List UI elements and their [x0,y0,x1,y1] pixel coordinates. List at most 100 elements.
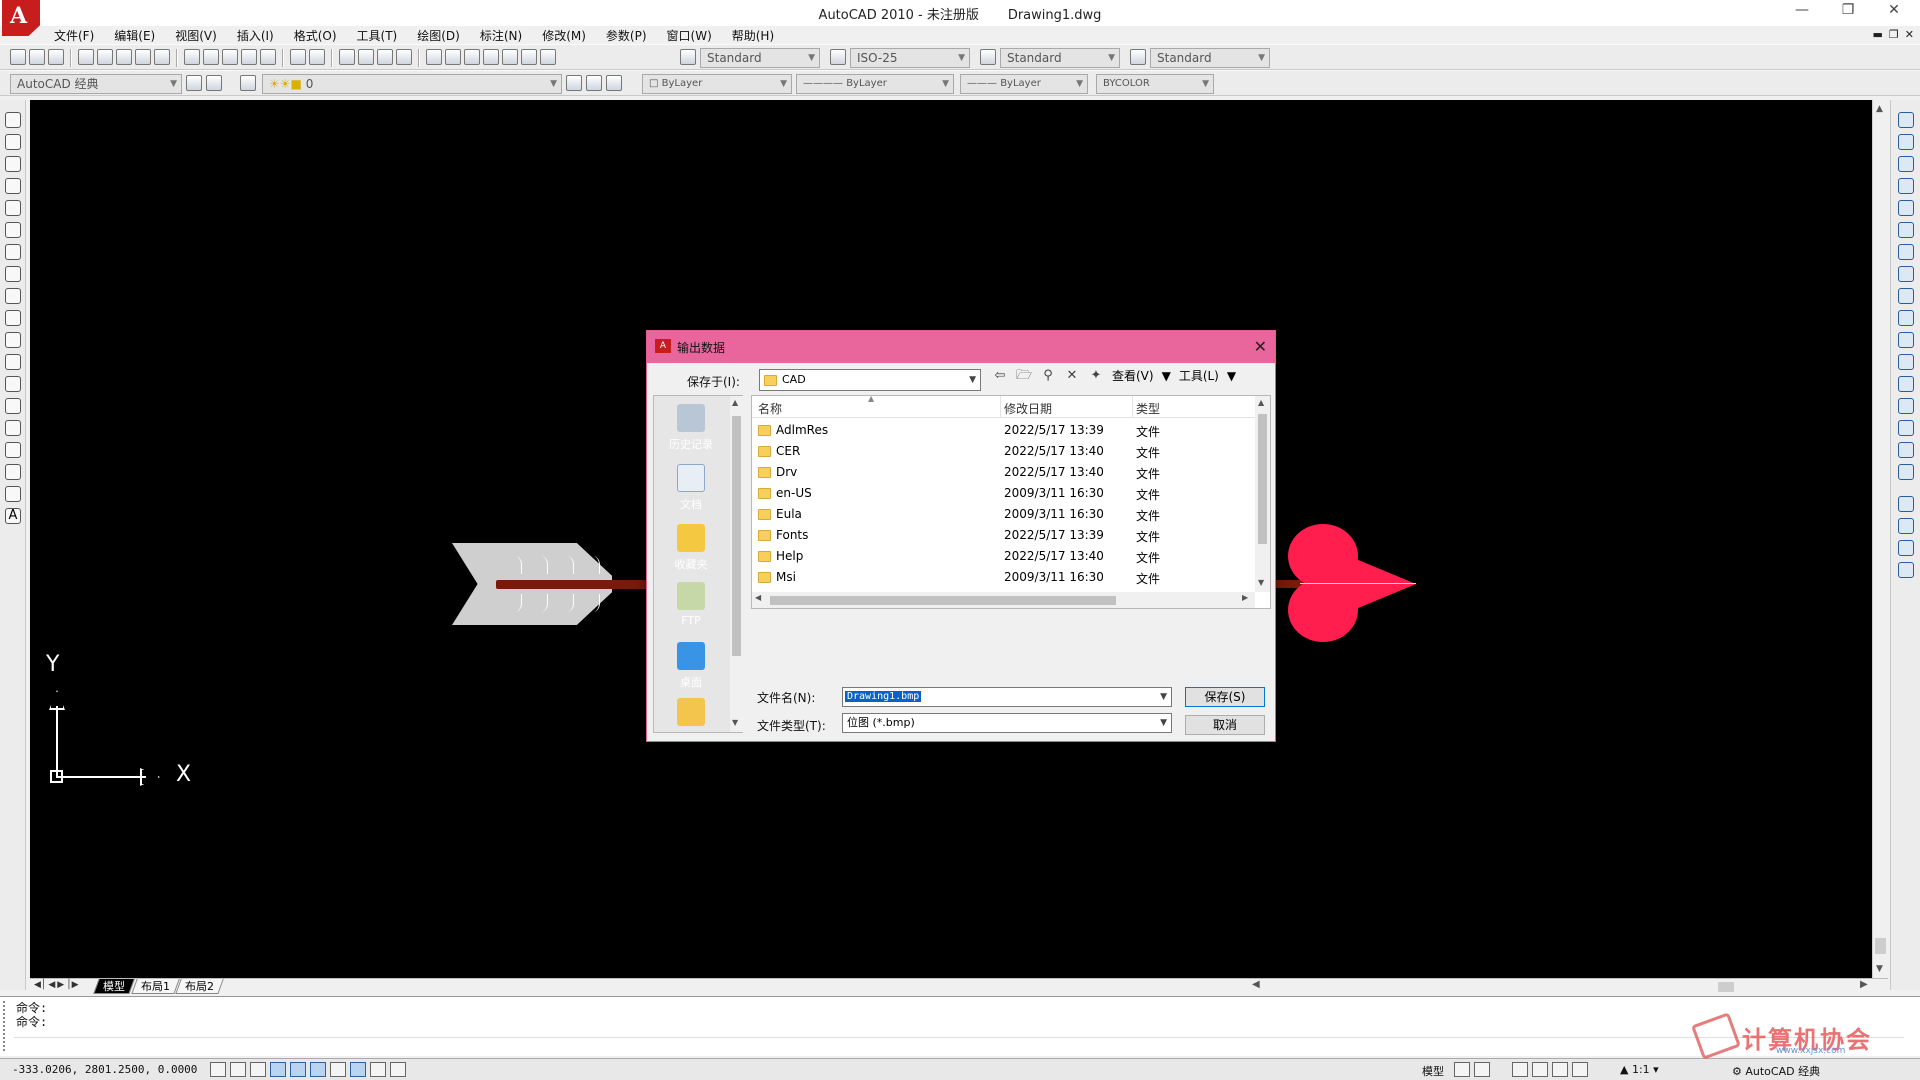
text-style-icon[interactable] [680,49,696,65]
layer-select[interactable]: ☀☀■ 0 ▼ [262,74,562,94]
filetype-select[interactable]: 位图 (*.bmp) ▼ [842,713,1172,733]
command-window-grip[interactable] [3,1001,11,1051]
etransmit-icon[interactable] [154,49,170,65]
mleader-style-icon[interactable] [1130,49,1146,65]
move-icon[interactable] [1898,222,1914,238]
fillet-icon[interactable] [1898,442,1914,458]
construction-line-icon[interactable] [5,134,21,150]
zoom-status-icon[interactable] [1532,1062,1548,1077]
menu-edit[interactable]: 编辑(E) [104,26,165,46]
menu-help[interactable]: 帮助(H) [722,26,784,46]
delete-icon[interactable]: ✕ [1064,368,1080,384]
allow-dynamic-ucs-icon[interactable] [330,1062,346,1077]
menu-insert[interactable]: 插入(I) [227,26,284,46]
spline-icon[interactable] [5,288,21,304]
design-center-icon[interactable] [445,49,461,65]
file-list-scroll-thumb[interactable] [1258,414,1267,544]
menu-parametric[interactable]: 参数(P) [596,26,657,46]
region-icon[interactable] [5,464,21,480]
column-date[interactable]: 修改日期 [1004,400,1052,417]
scroll-left-icon[interactable]: ◀ [1252,979,1260,990]
menu-file[interactable]: 文件(F) [44,26,104,46]
file-row[interactable]: Help 2022/5/17 13:40 文件 [752,546,1252,567]
coordinate-readout[interactable]: -333.0206, 2801.2500, 0.0000 [12,1063,197,1076]
save-button[interactable]: 保存(S) [1185,687,1265,707]
cancel-button[interactable]: 取消 [1185,715,1265,735]
dynamic-input-icon[interactable] [350,1062,366,1077]
scroll-thumb[interactable] [1875,938,1886,954]
menu-tools[interactable]: 工具(T) [347,26,408,46]
pan-icon[interactable] [339,49,355,65]
help-icon[interactable] [540,49,556,65]
quick-view-layouts-icon[interactable] [1454,1062,1470,1077]
menu-format[interactable]: 格式(O) [284,26,347,46]
erase-icon[interactable] [1898,112,1914,128]
revision-cloud-icon[interactable] [5,266,21,282]
file-row[interactable]: en-US 2009/3/11 16:30 文件 [752,483,1252,504]
column-type[interactable]: 类型 [1136,400,1160,417]
plot-preview-icon[interactable] [97,49,113,65]
place-desktop[interactable]: 桌面 [654,642,728,690]
table-style-icon[interactable] [980,49,996,65]
zoom-window-icon[interactable] [377,49,393,65]
showmotion-icon[interactable] [1572,1062,1588,1077]
show-lineweight-icon[interactable] [370,1062,386,1077]
restore-icon[interactable]: ❐ [1828,2,1868,22]
menu-window[interactable]: 窗口(W) [657,26,722,46]
back-icon[interactable]: ⇦ [992,368,1008,384]
customize-icon[interactable] [206,75,222,91]
polyline-icon[interactable] [5,156,21,172]
gradient-icon[interactable] [5,442,21,458]
rectangle-icon[interactable] [5,200,21,216]
doc-minimize-icon[interactable]: ▬ [1873,28,1883,41]
new-icon[interactable] [10,49,26,65]
file-list-horizontal-scrollbar[interactable]: ◀ ▶ [752,592,1255,608]
scroll-up-icon[interactable]: ▲ [1258,398,1264,407]
zoom-previous-icon[interactable] [396,49,412,65]
file-row[interactable]: Msi 2009/3/11 16:30 文件 [752,567,1252,588]
dim-style-icon[interactable] [830,49,846,65]
bring-to-front-icon[interactable] [1898,562,1914,578]
insert-block-icon[interactable] [5,354,21,370]
model-space-label[interactable]: 模型 [1422,1063,1444,1079]
extend-icon[interactable] [1898,332,1914,348]
mleader-style-select[interactable]: Standard ▼ [1150,48,1270,68]
tool-palettes-icon[interactable] [464,49,480,65]
rotate-icon[interactable] [1898,244,1914,260]
draw-order-icon[interactable] [1898,496,1914,512]
mirror-icon[interactable] [1898,156,1914,172]
places-scrollbar[interactable]: ▲ ▼ [730,396,743,732]
open-icon[interactable] [29,49,45,65]
join-icon[interactable] [1898,398,1914,414]
menu-modify[interactable]: 修改(M) [532,26,596,46]
close-icon[interactable]: ✕ [1874,2,1914,22]
doc-close-icon[interactable]: ✕ [1905,28,1914,41]
create-folder-icon[interactable]: ✦ [1088,368,1104,384]
sheet-set-icon[interactable] [483,49,499,65]
menu-dimension[interactable]: 标注(N) [470,26,532,46]
scroll-down-icon[interactable]: ▼ [1876,964,1883,974]
menu-view[interactable]: 视图(V) [165,26,227,46]
send-under-icon[interactable] [1898,540,1914,556]
markup-icon[interactable] [502,49,518,65]
offset-icon[interactable] [1898,178,1914,194]
properties-icon[interactable] [426,49,442,65]
dialog-title-bar[interactable]: A 输出数据 ✕ [647,331,1275,363]
color-select[interactable]: □ ByLayer ▼ [642,74,792,94]
tools-dropdown-icon[interactable]: ▼ [1227,369,1236,383]
polar-tracking-icon[interactable] [270,1062,286,1077]
cut-icon[interactable] [184,49,200,65]
dialog-close-icon[interactable]: ✕ [1254,337,1267,356]
place-ftp[interactable]: FTP [654,582,728,627]
canvas-vertical-scrollbar[interactable]: ▲ ▼ [1872,100,1888,978]
workspace-select[interactable]: AutoCAD 经典 ▼ [10,74,182,94]
tab-layout2[interactable]: 布局2 [175,979,224,994]
break-at-point-icon[interactable] [1898,354,1914,370]
scroll-right-icon[interactable]: ▶ [1860,979,1868,990]
layer-properties-icon[interactable] [240,75,256,91]
array-icon[interactable] [1898,200,1914,216]
next-tab-icon[interactable]: ▶ [57,980,64,990]
workspace-settings-icon[interactable] [186,75,202,91]
place-folder[interactable] [654,698,728,730]
file-list-vertical-scrollbar[interactable]: ▲ ▼ [1255,396,1270,592]
